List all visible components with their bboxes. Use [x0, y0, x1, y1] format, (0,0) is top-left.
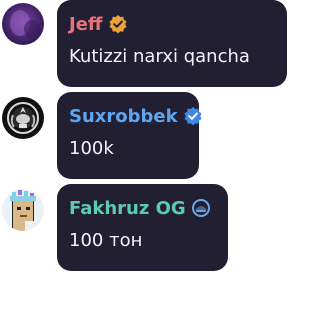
- verified-gold-icon[interactable]: [108, 14, 128, 34]
- message-bubble[interactable]: Suxrobbek 100k: [57, 92, 202, 179]
- blue-helmet-icon[interactable]: [191, 198, 211, 218]
- pixel-punk-avatar-icon: [2, 189, 44, 231]
- avatar[interactable]: [2, 3, 44, 45]
- message-bubble[interactable]: Fakhruz OG 100 тон: [57, 184, 228, 271]
- message-text: 100 тон: [69, 230, 143, 251]
- avatar[interactable]: [2, 97, 44, 139]
- sender-row: Fakhruz OG: [69, 195, 228, 221]
- sender-row: Jeff: [69, 11, 287, 37]
- sender-name[interactable]: Fakhruz OG: [69, 198, 186, 219]
- sender-name[interactable]: Jeff: [69, 14, 103, 35]
- avatar[interactable]: [2, 189, 44, 231]
- message-text: Kutizzi narxi qancha: [69, 46, 250, 67]
- message-bubble[interactable]: Jeff Kutizzi narxi qancha: [57, 0, 287, 87]
- message-text: 100k: [69, 138, 114, 159]
- sender-name[interactable]: Suxrobbek: [69, 106, 178, 127]
- sender-row: Suxrobbek: [69, 103, 202, 129]
- purple-blur-avatar-icon: [2, 3, 44, 45]
- emblem-avatar-icon: [2, 97, 44, 139]
- verified-blue-icon[interactable]: [183, 106, 203, 126]
